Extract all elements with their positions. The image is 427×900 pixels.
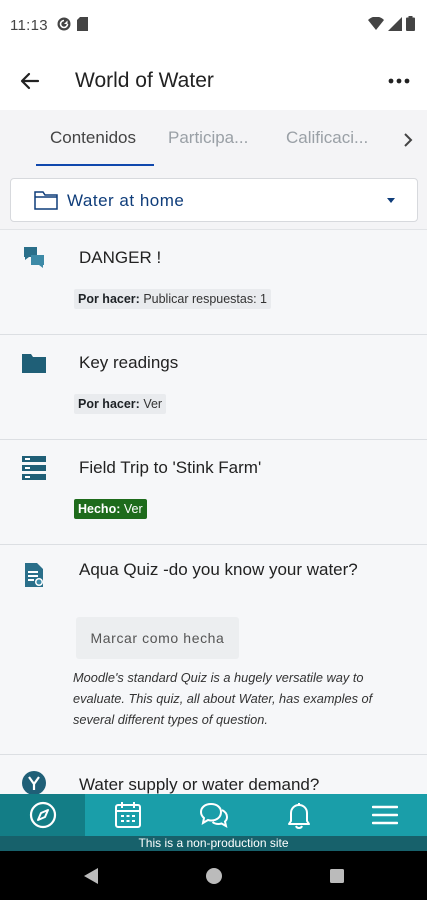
activity-title[interactable]: Key readings (79, 352, 379, 373)
forum-icon (20, 244, 48, 272)
non-production-notice: This is a non-production site (0, 836, 427, 851)
square-recents-icon (330, 869, 344, 883)
activity-title[interactable]: Water supply or water demand? (79, 774, 379, 794)
completion-badge: Por hacer: Ver (74, 394, 167, 414)
compass-icon (29, 801, 56, 829)
system-navigation-bar (0, 851, 427, 900)
battery-icon (406, 16, 415, 36)
chevron-down-icon (387, 198, 395, 203)
mark-as-done-button[interactable]: Marcar como hecha (76, 617, 239, 659)
back-button[interactable] (14, 65, 46, 97)
tab-contents[interactable]: Contenidos (50, 128, 136, 148)
completion-badge: Por hacer: Publicar respuestas: 1 (74, 289, 271, 309)
calendar-icon (114, 802, 141, 828)
more-options-button[interactable] (383, 65, 415, 97)
arrow-left-icon (20, 72, 40, 90)
app-header: World of Water (0, 52, 427, 110)
activity-title[interactable]: Aqua Quiz -do you know your water? (79, 559, 379, 580)
folder-outline-icon (34, 191, 58, 210)
status-bar: 11:13 (0, 0, 427, 52)
section-selector-value: Water at home (67, 191, 185, 210)
folder-icon (20, 349, 48, 377)
triangle-back-icon (84, 868, 98, 884)
active-tab-indicator (36, 164, 154, 166)
nav-calendar[interactable] (85, 794, 170, 836)
page-list-icon (20, 454, 48, 482)
activity-item[interactable]: Field Trip to 'Stink Farm' Hecho: Ver (0, 440, 427, 545)
tab-participants[interactable]: Participa... (168, 128, 248, 148)
activity-description: Moodle's standard Quiz is a hugely versa… (73, 670, 373, 727)
choice-icon (20, 769, 48, 794)
activity-item[interactable]: Aqua Quiz -do you know your water? Marca… (0, 545, 427, 755)
messages-icon (199, 802, 228, 828)
section-selector[interactable]: Water at home (10, 178, 418, 222)
course-contents[interactable]: Water at home DANGER ! Por hacer: Public… (0, 168, 427, 794)
sync-icon (57, 17, 71, 36)
nav-more-menu[interactable] (342, 794, 427, 836)
completion-badge: Hecho: Ver (74, 499, 147, 519)
chevron-right-icon (404, 133, 413, 147)
sd-card-icon (77, 17, 88, 36)
system-recents-button[interactable] (326, 865, 348, 887)
activity-title[interactable]: DANGER ! (79, 247, 379, 268)
activity-item[interactable]: Water supply or water demand? (0, 755, 427, 794)
tabs-next-button[interactable] (395, 127, 421, 153)
bottom-navigation (0, 794, 427, 836)
activity-item[interactable]: Key readings Por hacer: Ver (0, 335, 427, 440)
wifi-icon (368, 16, 384, 36)
bell-icon (287, 803, 310, 829)
course-tabs: Contenidos Participa... Calificaci... (0, 110, 427, 168)
menu-icon (371, 805, 398, 825)
tab-grades[interactable]: Calificaci... (286, 128, 368, 148)
signal-icon (388, 16, 402, 36)
activity-item[interactable]: DANGER ! Por hacer: Publicar respuestas:… (0, 230, 427, 335)
circle-home-icon (206, 868, 222, 884)
nav-site-home[interactable] (0, 794, 85, 836)
activity-title[interactable]: Field Trip to 'Stink Farm' (79, 457, 379, 478)
nav-notifications[interactable] (256, 794, 341, 836)
nav-messages[interactable] (171, 794, 256, 836)
page-title: World of Water (75, 69, 214, 92)
quiz-icon (20, 561, 48, 589)
system-home-button[interactable] (203, 865, 225, 887)
status-time: 11:13 (10, 17, 48, 34)
system-back-button[interactable] (80, 865, 102, 887)
more-horizontal-icon (388, 78, 410, 84)
